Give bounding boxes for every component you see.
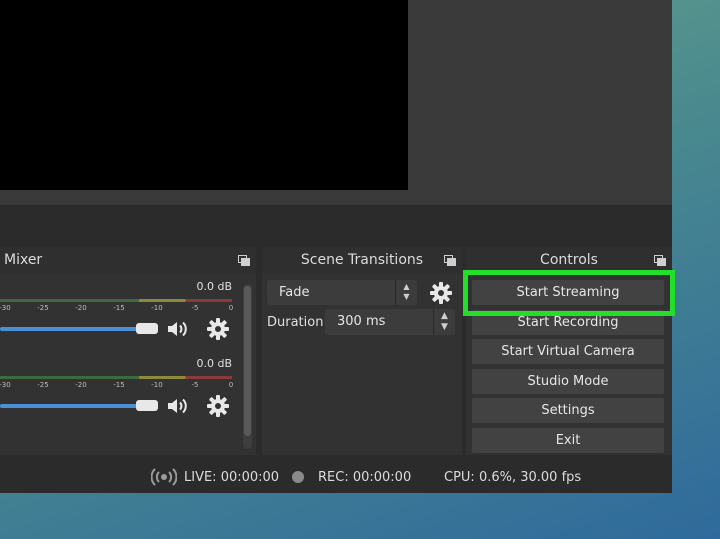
volume-meter [0, 299, 232, 302]
transitions-body: Fade ▲ ▼ Duration 300 ms ▲ ▼ [262, 274, 462, 455]
volume-slider-handle[interactable] [136, 400, 158, 411]
record-dot-icon [292, 471, 304, 483]
volume-slider-track[interactable] [0, 327, 142, 331]
broadcast-icon [151, 468, 177, 486]
mixer-channel-1: 0.0 dB -30 -25 -20 -15 -10 -5 0 [0, 274, 240, 344]
status-bar: LIVE: 00:00:00 REC: 00:00:00 CPU: 0.6%, … [0, 462, 672, 493]
tick-label: -10 [151, 304, 163, 312]
start-virtual-camera-button[interactable]: Start Virtual Camera [472, 339, 664, 364]
tick-label: -20 [75, 304, 87, 312]
volume-meter [0, 376, 232, 379]
tick-label: -15 [113, 304, 125, 312]
start-recording-button[interactable]: Start Recording [472, 310, 664, 335]
live-time: LIVE: 00:00:00 [184, 470, 280, 485]
scene-transitions-dock: Scene Transitions Fade ▲ ▼ Duration 300 … [262, 247, 462, 455]
float-dock-icon[interactable] [238, 255, 250, 266]
scrollbar-thumb[interactable] [244, 286, 251, 436]
controls-title: Controls [540, 252, 598, 268]
tick-label: 0 [228, 381, 234, 389]
transition-select[interactable]: Fade ▲ ▼ [267, 280, 417, 305]
tick-label: -30 [0, 381, 11, 389]
mixer-title: Mixer [4, 252, 43, 268]
start-streaming-button[interactable]: Start Streaming [472, 280, 664, 305]
transitions-title: Scene Transitions [300, 252, 424, 268]
duration-value: 300 ms [337, 314, 386, 329]
spin-arrows-icon[interactable]: ▲ ▼ [433, 309, 455, 335]
meter-ticks: -30 -25 -20 -15 -10 -5 0 [0, 381, 236, 389]
tick-label: -5 [191, 304, 199, 312]
obs-window: Mixer 0.0 dB -30 -25 -20 -15 -10 -5 0 0.… [0, 0, 672, 493]
speaker-icon[interactable] [165, 394, 189, 418]
tick-label: -25 [37, 304, 49, 312]
gear-icon[interactable] [206, 394, 230, 418]
tick-label: -20 [75, 381, 87, 389]
volume-slider-handle[interactable] [136, 323, 158, 334]
gear-icon[interactable] [429, 281, 453, 305]
rec-time: REC: 00:00:00 [318, 470, 412, 485]
dock-separator [0, 205, 672, 247]
tick-label: -5 [191, 381, 199, 389]
tick-label: -10 [151, 381, 163, 389]
audio-mixer-dock: Mixer 0.0 dB -30 -25 -20 -15 -10 -5 0 0.… [0, 247, 256, 455]
duration-label: Duration [267, 315, 324, 330]
studio-mode-button[interactable]: Studio Mode [472, 369, 664, 394]
float-dock-icon[interactable] [444, 255, 456, 266]
tick-label: -25 [37, 381, 49, 389]
duration-spinbox[interactable]: 300 ms ▲ ▼ [325, 309, 455, 335]
transition-selected: Fade [279, 285, 310, 300]
mixer-channel-2: 0.0 dB -30 -25 -20 -15 -10 -5 0 [0, 351, 240, 421]
exit-button[interactable]: Exit [472, 428, 664, 453]
speaker-icon[interactable] [165, 317, 189, 341]
cpu-fps: CPU: 0.6%, 30.00 fps [444, 470, 582, 485]
channel-db: 0.0 dB [196, 357, 232, 370]
float-dock-icon[interactable] [654, 255, 666, 266]
tick-label: -30 [0, 304, 11, 312]
select-arrows-icon: ▲ ▼ [395, 280, 417, 305]
tick-label: 0 [228, 304, 234, 312]
mixer-header: Mixer [0, 247, 256, 274]
controls-dock: Controls Start Streaming Start Recording… [466, 247, 672, 455]
transitions-header: Scene Transitions [262, 247, 462, 274]
tick-label: -15 [113, 381, 125, 389]
settings-button[interactable]: Settings [472, 398, 664, 423]
controls-body: Start Streaming Start Recording Start Vi… [466, 274, 672, 455]
controls-header: Controls [466, 247, 672, 274]
preview-canvas[interactable] [0, 0, 408, 190]
gear-icon[interactable] [206, 317, 230, 341]
mixer-body: 0.0 dB -30 -25 -20 -15 -10 -5 0 0.0 dB -… [0, 274, 256, 455]
preview-area [0, 0, 672, 205]
volume-slider-track[interactable] [0, 404, 142, 408]
channel-db: 0.0 dB [196, 280, 232, 293]
mixer-scrollbar[interactable] [243, 284, 252, 449]
meter-ticks: -30 -25 -20 -15 -10 -5 0 [0, 304, 236, 312]
